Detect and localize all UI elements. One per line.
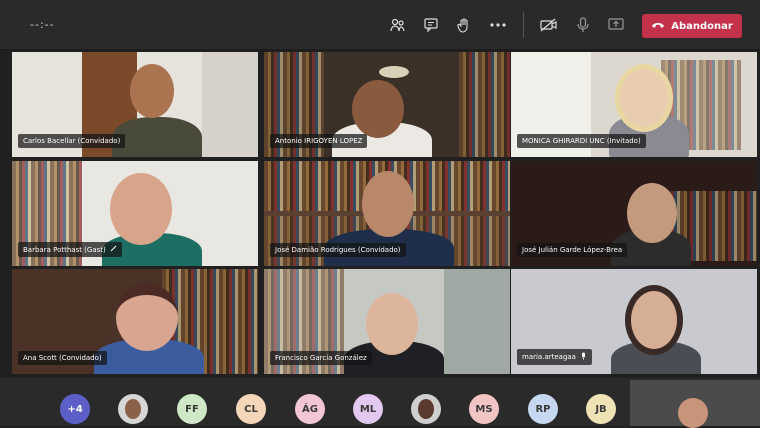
participant-name-label: Francisco García González [270,351,372,365]
participant-figure [112,117,202,157]
leave-button-label: Abandonar [671,20,733,32]
chat-icon[interactable] [420,14,442,36]
video-tile[interactable]: José Damião Rodrigues (Convidado) [264,161,510,266]
avatar[interactable] [118,394,148,424]
video-tile[interactable]: José Julián Garde López-Brea [511,161,757,266]
avatar[interactable]: ML [353,394,383,424]
video-tile[interactable]: maria.arteagaa [511,269,757,374]
video-tile[interactable]: Francisco García González [264,269,510,374]
avatar[interactable] [411,394,441,424]
phone-hangup-icon [651,21,665,32]
more-options-icon[interactable] [487,14,509,36]
video-tile[interactable]: Barbara Potthast (Gast) [12,161,258,266]
video-tile[interactable]: MONICA GHIRARDI UNC (Invitado) [511,52,757,157]
participant-name-label: MONICA GHIRARDI UNC (Invitado) [517,134,646,148]
avatar[interactable]: ÁG [295,394,325,424]
avatar-photo [125,399,141,419]
video-tile[interactable]: Ana Scott (Convidado) [12,269,258,374]
participant-name-label: maria.arteagaa [517,349,592,365]
camera-off-icon[interactable] [538,14,560,36]
avatar[interactable]: CL [236,394,266,424]
microphone-icon[interactable] [572,14,594,36]
participant-head [116,283,178,351]
share-screen-icon[interactable] [605,14,627,36]
self-view-video[interactable] [630,380,760,428]
participant-name-label: Ana Scott (Convidado) [18,351,107,365]
avatar[interactable]: MS [469,394,499,424]
lamp [379,66,409,78]
meeting-toolbar: --:-- Abandonar [0,0,760,50]
avatar-photo [418,399,434,419]
participant-head [110,173,172,245]
participant-name-label: José Damião Rodrigues (Convidado) [270,243,406,257]
participant-name-label: Barbara Potthast (Gast) [18,242,122,257]
meeting-timer: --:-- [30,18,55,31]
participant-head [615,64,673,132]
participants-icon[interactable] [387,14,409,36]
video-grid: Carlos Bacellar (Convidado) Antonio IRIG… [12,52,757,374]
participant-head [130,64,174,118]
overflow-participants-avatar[interactable]: +4 [60,394,90,424]
participant-head [625,285,683,355]
participant-head [362,171,414,237]
participant-name-label: Carlos Bacellar (Convidado) [18,134,126,148]
participant-name-label: José Julián Garde López-Brea [517,243,628,257]
avatar[interactable]: RP [528,394,558,424]
toolbar-divider [523,12,524,38]
participant-head [366,293,418,355]
participant-head [352,80,404,138]
avatar[interactable]: JB [586,394,616,424]
video-tile[interactable]: Carlos Bacellar (Convidado) [12,52,258,157]
avatar[interactable]: FF [177,394,207,424]
participant-name-label: Antonio IRIGOYEN LOPEZ [270,134,368,148]
participant-head [627,183,677,243]
muted-mic-icon [580,352,587,362]
self-view-head [678,398,708,428]
speaking-icon [110,245,117,254]
video-tile[interactable]: Antonio IRIGOYEN LOPEZ [264,52,510,157]
leave-meeting-button[interactable]: Abandonar [642,14,742,38]
raise-hand-icon[interactable] [453,14,475,36]
